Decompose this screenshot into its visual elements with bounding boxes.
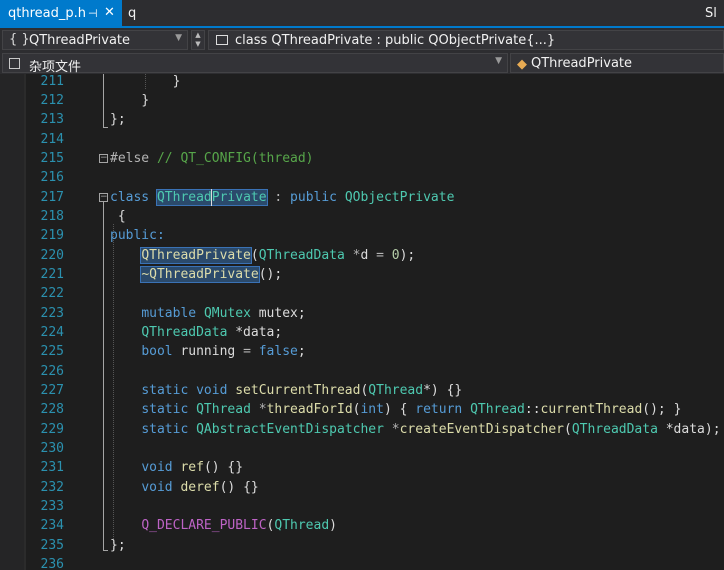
scope-spinner[interactable]: ▲ ▼ — [191, 30, 205, 50]
line-number: 215 — [40, 151, 64, 166]
tab-overflow-label[interactable]: Sl — [705, 6, 717, 21]
tab-qthread-p-h[interactable]: qthread_p.h ⊣ ✕ — [0, 0, 122, 28]
line-number: 222 — [40, 286, 64, 301]
navigation-bar-top: { } QThreadPrivate ▼ ▲ ▼ class QThreadPr… — [0, 28, 724, 52]
tab-label: q — [128, 6, 137, 21]
scope-dropdown[interactable]: { } QThreadPrivate ▼ — [2, 30, 188, 50]
line-number: 212 — [40, 93, 64, 108]
code-line-225: bool running = false; — [141, 344, 306, 359]
line-number: 223 — [40, 306, 64, 321]
tab-second-document[interactable]: q — [122, 0, 722, 28]
member-dropdown[interactable]: class QThreadPrivate : public QObjectPri… — [208, 30, 724, 50]
line-number: 225 — [40, 344, 64, 359]
line-number: 229 — [40, 422, 64, 437]
line-number: 230 — [40, 441, 64, 456]
chevron-down-icon: ▼ — [175, 33, 182, 43]
line-number: 219 — [40, 228, 64, 243]
code-line-212: } — [141, 93, 150, 108]
class-value: QThreadPrivate — [531, 56, 633, 71]
line-number: 235 — [40, 538, 64, 553]
tab-label: qthread_p.h — [8, 6, 86, 21]
line-number: 232 — [40, 480, 64, 495]
code-line-215: #else // QT_CONFIG(thread) — [110, 151, 314, 166]
spinner-down-icon[interactable]: ▼ — [192, 40, 204, 49]
code-line-235: }; — [110, 538, 126, 553]
outline-line — [103, 202, 104, 551]
line-number: 233 — [40, 499, 64, 514]
line-number: 227 — [40, 383, 64, 398]
code-line-213: }; — [110, 112, 126, 127]
class-dropdown[interactable]: ◆ QThreadPrivate — [510, 53, 724, 73]
code-line-231: void ref() {} — [141, 460, 244, 475]
code-line-220: QThreadPrivate(QThreadData *d = 0); — [140, 247, 416, 264]
fold-toggle-icon[interactable]: − — [99, 154, 108, 163]
code-line-219: public: — [110, 228, 165, 243]
line-number: 226 — [40, 364, 64, 379]
pin-icon[interactable]: ⊣ — [88, 7, 98, 20]
scope-value: QThreadPrivate — [29, 33, 131, 48]
highlighted-reference: QThreadPrivate — [140, 247, 252, 264]
code-editor[interactable]: 211 212 213 214 215 216 217 218 219 220 … — [0, 74, 724, 570]
line-number: 228 — [40, 402, 64, 417]
line-number: 234 — [40, 518, 64, 533]
highlighted-reference: ~QThreadPrivate — [140, 266, 260, 283]
line-number: 221 — [40, 267, 64, 282]
navigation-bar-bottom: 杂项文件 ▼ ◆ QThreadPrivate — [0, 52, 724, 75]
document-tab-strip: qthread_p.h ⊣ ✕ q Sl — [0, 0, 724, 28]
code-line-217: class QThreadPrivate : public QObjectPri… — [110, 189, 455, 206]
line-number: 213 — [40, 112, 64, 127]
line-number: 211 — [40, 74, 64, 89]
gutter-divider — [24, 74, 26, 570]
code-line-229: static QAbstractEventDispatcher *createE… — [141, 422, 721, 437]
line-number: 224 — [40, 325, 64, 340]
code-line-232: void deref() {} — [141, 480, 259, 495]
class-icon: ◆ — [517, 57, 527, 72]
member-value: class QThreadPrivate : public QObjectPri… — [235, 33, 556, 48]
line-number: 217 — [40, 190, 64, 205]
text-caret — [211, 189, 212, 206]
code-line-223: mutable QMutex mutex; — [141, 306, 306, 321]
outline-line — [103, 74, 104, 127]
outline-end — [103, 550, 108, 551]
code-line-224: QThreadData *data; — [141, 325, 283, 340]
code-line-218: { — [117, 209, 126, 224]
chevron-down-icon: ▼ — [495, 56, 502, 66]
braces-icon: { } — [9, 32, 30, 47]
line-number: 216 — [40, 170, 64, 185]
fold-toggle-icon[interactable]: − — [99, 193, 108, 202]
code-line-234: Q_DECLARE_PUBLIC(QThread) — [141, 518, 337, 533]
line-number: 218 — [40, 209, 64, 224]
project-value: 杂项文件 — [29, 60, 82, 75]
code-line-227: static void setCurrentThread(QThread*) {… — [141, 383, 463, 398]
line-number: 220 — [40, 248, 64, 263]
project-dropdown[interactable]: 杂项文件 ▼ — [2, 53, 508, 75]
class-member-icon — [216, 35, 228, 45]
outline-end — [103, 127, 108, 128]
code-line-221: ~QThreadPrivate(); — [140, 266, 283, 283]
line-number: 214 — [40, 132, 64, 147]
line-number: 236 — [40, 557, 64, 570]
code-line-228: static QThread *threadForId(int) { retur… — [141, 402, 682, 417]
line-number: 231 — [40, 460, 64, 475]
project-file-icon — [9, 58, 20, 69]
spinner-up-icon[interactable]: ▲ — [192, 31, 204, 40]
indicator-margin — [0, 74, 24, 570]
close-icon[interactable]: ✕ — [104, 5, 115, 20]
code-line-211: } — [172, 74, 181, 89]
